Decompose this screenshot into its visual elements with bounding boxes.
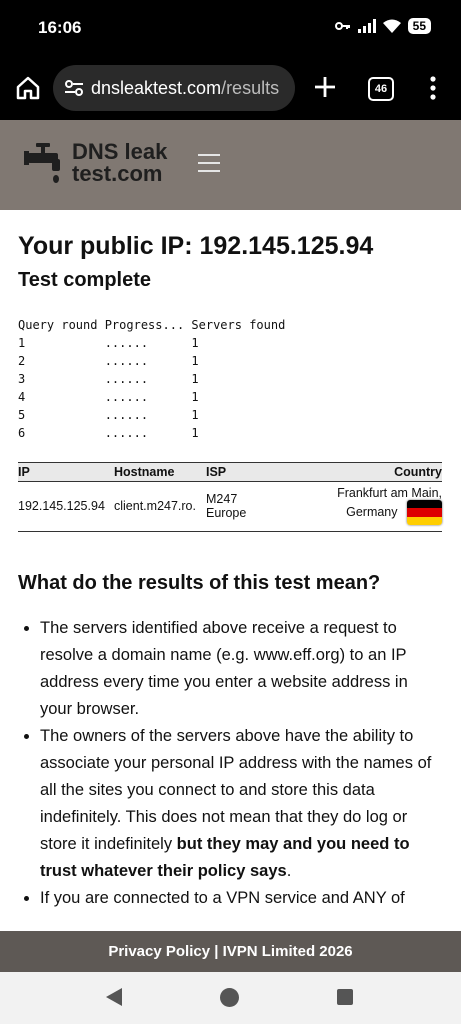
tab-switcher-button[interactable]: 46 xyxy=(368,77,394,101)
cell-country: Frankfurt am Main, Germany xyxy=(286,481,442,532)
cell-isp: M247 Europe xyxy=(206,481,286,532)
main-content: Your public IP: 192.145.125.94 Test comp… xyxy=(18,210,444,930)
column-header-country: Country xyxy=(286,462,442,482)
new-tab-icon[interactable] xyxy=(312,74,338,100)
address-bar[interactable]: dnsleaktest.com/results xyxy=(53,65,295,111)
site-header: DNS leak test.com xyxy=(0,120,461,210)
home-icon[interactable] xyxy=(14,74,42,102)
site-footer[interactable]: Privacy Policy | IVPN Limited 2026 xyxy=(0,931,461,972)
list-item: The servers identified above receive a r… xyxy=(40,615,444,723)
table-header-row: IP Hostname ISP Country xyxy=(18,462,442,482)
query-rounds-log: Query round Progress... Servers found 1 … xyxy=(18,318,286,440)
list-item: If you are connected to a VPN service an… xyxy=(40,885,444,912)
country-line-1: Frankfurt am Main, xyxy=(337,486,442,500)
list-item: The owners of the servers above have the… xyxy=(40,723,444,885)
explanation-list: The servers identified above receive a r… xyxy=(18,615,444,912)
vpn-key-icon xyxy=(334,22,350,30)
url-path: /results xyxy=(221,77,280,98)
logo-line-2: test.com xyxy=(72,161,163,186)
status-time: 16:06 xyxy=(38,18,82,37)
url-text: dnsleaktest.com/results xyxy=(91,78,279,99)
results-table: IP Hostname ISP Country 192.145.125.94 c… xyxy=(18,462,442,532)
results-meaning-heading: What do the results of this test mean? xyxy=(18,572,381,594)
bullet-2-end: . xyxy=(286,862,292,880)
column-header-isp: ISP xyxy=(206,462,286,482)
table-row: 192.145.125.94 client.m247.ro. M247 Europ… xyxy=(18,481,442,532)
signal-icon xyxy=(357,19,376,33)
isp-line-1: M247 xyxy=(206,491,238,506)
hamburger-menu-icon[interactable] xyxy=(198,154,220,176)
site-settings-icon[interactable] xyxy=(63,77,85,99)
battery-icon: 55 xyxy=(407,18,431,34)
logo-line-1: DNS leak xyxy=(72,139,168,164)
country-line-2: Germany xyxy=(346,504,398,519)
browser-toolbar: dnsleaktest.com/results 46 xyxy=(0,56,461,120)
cell-hostname: client.m247.ro. xyxy=(114,481,206,532)
wifi-icon xyxy=(382,19,401,33)
status-bar: 16:06 55 xyxy=(0,0,461,56)
column-header-hostname: Hostname xyxy=(114,462,206,482)
more-menu-icon[interactable] xyxy=(426,75,440,101)
status-icons: 55 xyxy=(334,18,431,34)
column-header-ip: IP xyxy=(18,462,114,482)
germany-flag-icon xyxy=(407,500,442,525)
home-circle-icon[interactable] xyxy=(220,988,239,1007)
cell-ip: 192.145.125.94 xyxy=(18,481,114,532)
back-icon[interactable] xyxy=(106,988,122,1006)
logo-text: DNS leak test.com xyxy=(72,141,167,185)
test-status-heading: Test complete xyxy=(18,269,151,291)
faucet-icon xyxy=(24,143,60,183)
site-logo[interactable]: DNS leak test.com xyxy=(24,141,170,185)
isp-line-2: Europe xyxy=(206,505,247,520)
url-host: dnsleaktest.com xyxy=(91,77,222,98)
recent-apps-icon[interactable] xyxy=(337,989,353,1005)
public-ip-heading: Your public IP: 192.145.125.94 xyxy=(18,232,374,260)
system-nav-bar xyxy=(0,972,461,1024)
